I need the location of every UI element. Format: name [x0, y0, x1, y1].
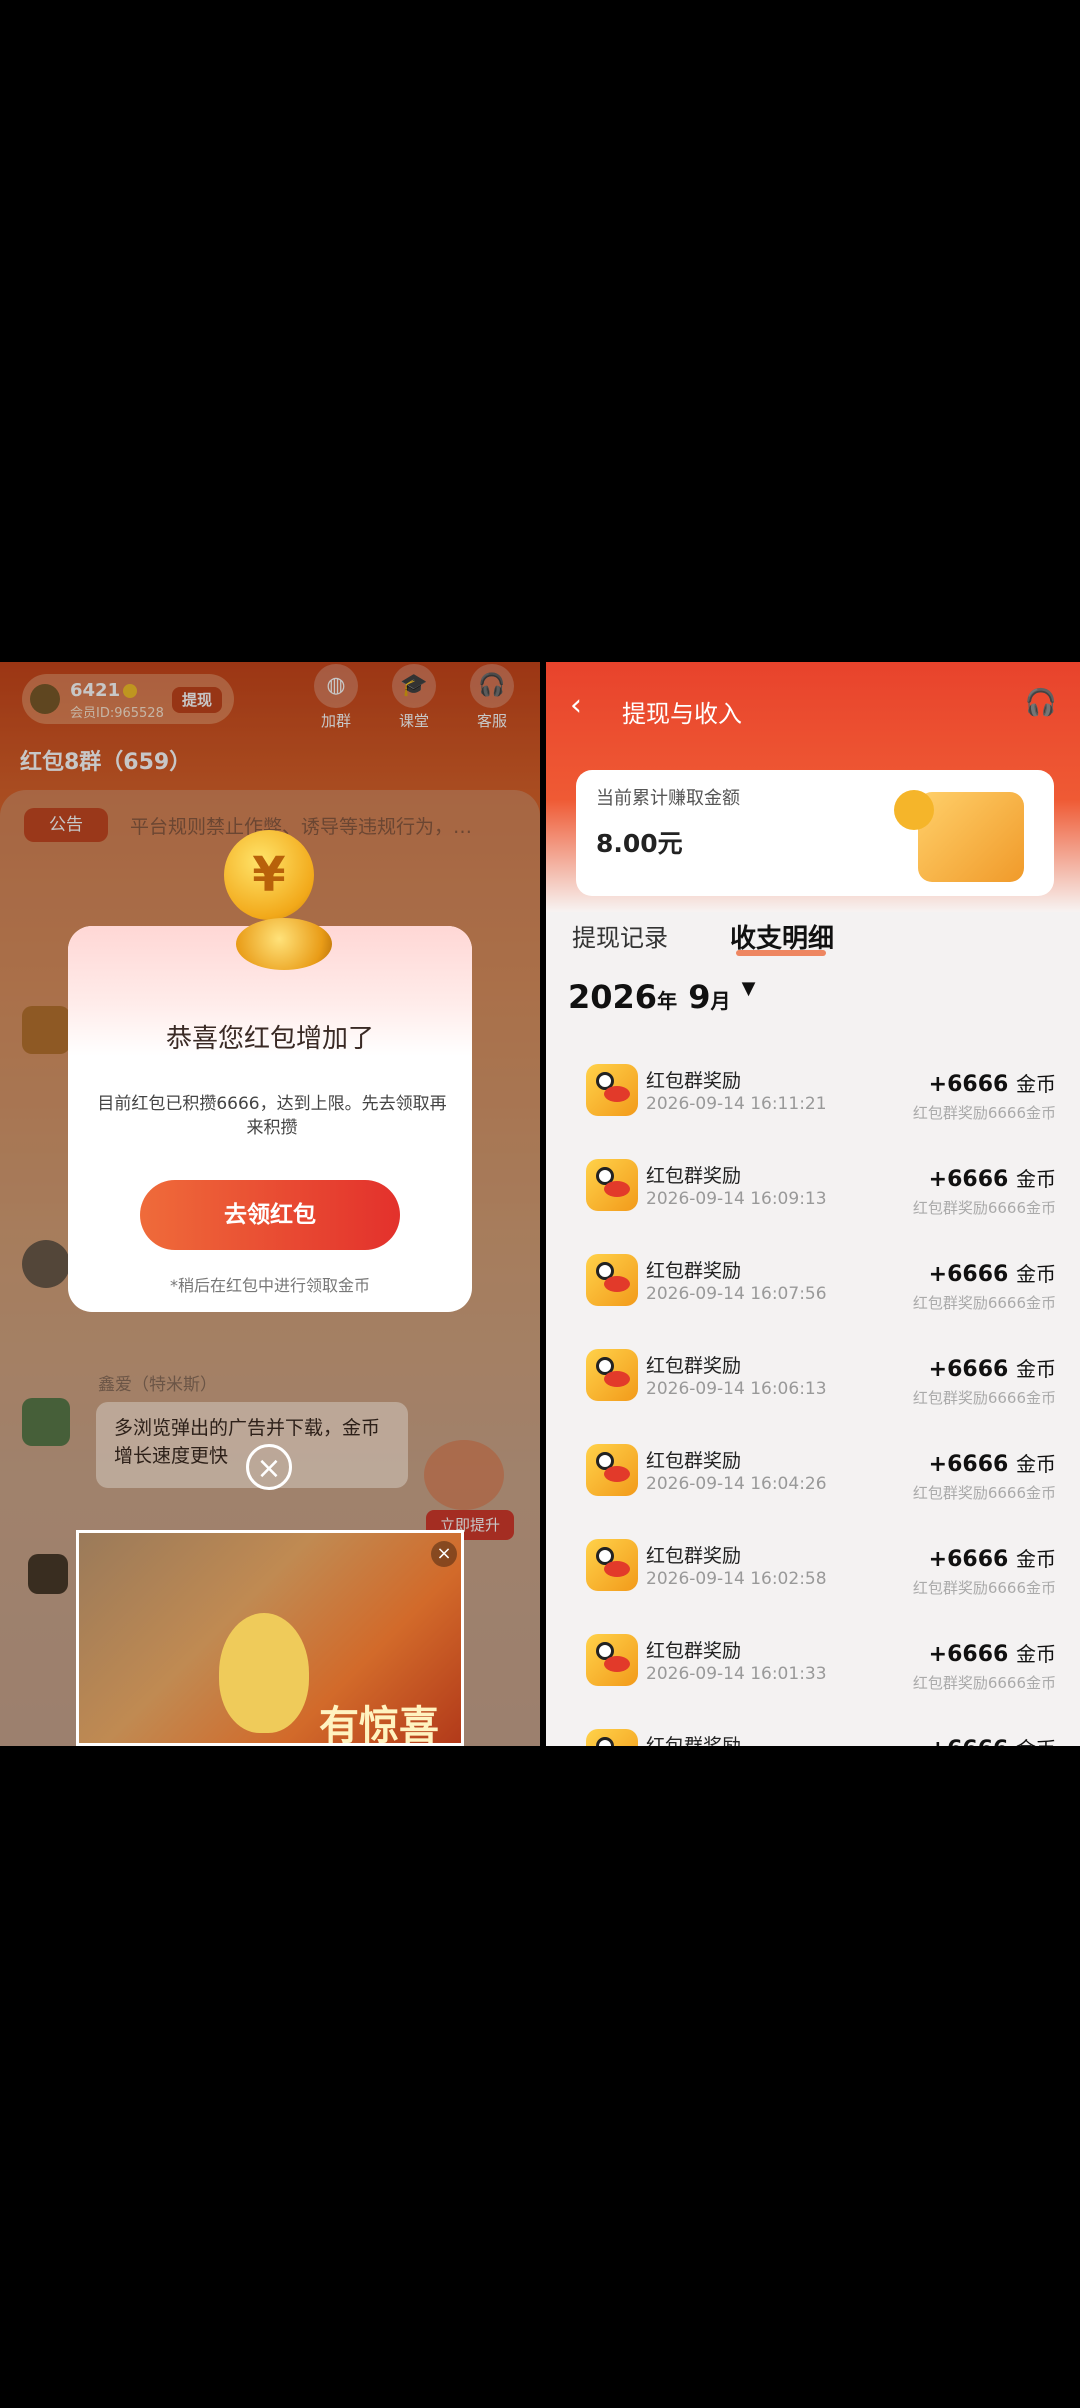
app-mascot-icon [586, 1254, 638, 1306]
list-item[interactable]: 红包群奖励 2026-09-14 16:09:13 +6666 金币红包群奖励666… [546, 1159, 1080, 1254]
list-item[interactable]: 红包群奖励 2026-09-14 16:02:58 +6666 金币红包群奖励666… [546, 1539, 1080, 1634]
list-item[interactable]: 红包群奖励 2026-09-14 16:11:21 +6666 金币红包群奖励666… [546, 1064, 1080, 1159]
page-title: 提现与收入 [622, 700, 742, 728]
earnings-label: 当前累计赚取金额 [596, 788, 740, 809]
record-amount: +6666 金币 [929, 1068, 1056, 1097]
app-mascot-icon [586, 1064, 638, 1116]
amount-unit: 金币 [1016, 1357, 1056, 1381]
record-time: 2026-09-14 16:06:13 [646, 1379, 827, 1399]
record-subtitle: 红包群奖励6666金币 [912, 1484, 1056, 1502]
amount-value: +6666 [928, 1642, 1009, 1667]
coin-stack-icon [236, 918, 332, 970]
record-subtitle: 红包群奖励6666金币 [912, 1674, 1056, 1692]
record-title: 红包群奖励 [646, 1545, 742, 1567]
record-title: 红包群奖励 [646, 1640, 742, 1662]
ad-headline: 有惊喜 [319, 1703, 439, 1746]
amount-value: +6666 [928, 1167, 1009, 1192]
list-item[interactable]: 红包群奖励 2026-09-14 16:07:56 +6666 金币红包群奖励666… [546, 1254, 1080, 1349]
record-time: 2026-09-14 16:07:56 [646, 1284, 827, 1304]
amount-unit: 金币 [1016, 1262, 1056, 1286]
tab-withdraw-records[interactable]: 提现记录 [572, 918, 668, 953]
record-amount: +6666 金币 [929, 1733, 1056, 1746]
amount-value: +6666 [928, 1072, 1009, 1097]
app-mascot-icon [586, 1444, 638, 1496]
caret-down-icon: ▼ [741, 978, 756, 999]
record-amount: +6666 金币 [929, 1638, 1056, 1667]
month-value: 9 [688, 978, 711, 1016]
list-item[interactable]: 红包群奖励 2026-09-14 16:06:13 +6666 金币红包群奖励666… [546, 1349, 1080, 1444]
amount-value: +6666 [929, 1737, 1009, 1746]
record-title: 红包群奖励 [646, 1355, 742, 1377]
record-subtitle: 红包群奖励6666金币 [912, 1389, 1056, 1407]
claim-red-packet-button[interactable]: 去领红包 [140, 1180, 400, 1250]
month-selector[interactable]: 2026年 9月 ▼ [568, 978, 755, 1016]
record-amount: +6666 金币 [929, 1543, 1056, 1572]
screenshot-composite: 6421 会员ID:965528 提现 ◍ 加群 🎓 课堂 🎧 客服 红包8群（… [0, 662, 1080, 1746]
modal-title: 恭喜您红包增加了 [165, 1024, 374, 1054]
amount-unit: 金币 [1016, 1642, 1056, 1666]
modal-description: 目前红包已积攒6666，达到上限。先去领取再来积攒 [97, 1094, 447, 1138]
coin-icon [894, 790, 934, 830]
ad-banner[interactable]: 有惊喜 × [76, 1530, 464, 1746]
record-time: 2026-09-14 16:04:26 [646, 1474, 827, 1494]
app-mascot-icon [586, 1539, 638, 1591]
record-time: 2026-09-14 16:02:58 [646, 1569, 827, 1589]
app-mascot-icon [586, 1729, 638, 1746]
list-item[interactable]: 红包群奖励 2026-09-14 16:01:33 +6666 金币红包群奖励666… [546, 1634, 1080, 1729]
list-item[interactable]: 红包群奖励 +6666 金币 [546, 1729, 1080, 1746]
app-mascot-icon [586, 1634, 638, 1686]
record-title: 红包群奖励 [646, 1450, 742, 1472]
earnings-card: 当前累计赚取金额 8.00元 [576, 770, 1054, 896]
amount-value: +6666 [928, 1357, 1009, 1382]
amount-unit: 金币 [1016, 1167, 1056, 1191]
red-packet-group-screen: 6421 会员ID:965528 提现 ◍ 加群 🎓 课堂 🎧 客服 红包8群（… [0, 662, 540, 1746]
record-time: 2026-09-14 16:11:21 [646, 1094, 827, 1114]
close-icon[interactable]: × [246, 1444, 292, 1490]
amount-unit: 金币 [1016, 1452, 1056, 1476]
ad-close-icon[interactable]: × [431, 1541, 457, 1567]
record-title: 红包群奖励 [646, 1260, 742, 1282]
list-item[interactable]: 红包群奖励 2026-09-14 16:04:26 +6666 金币红包群奖励666… [546, 1444, 1080, 1539]
amount-unit: 金币 [1016, 1072, 1056, 1096]
record-amount: +6666 金币 [929, 1258, 1056, 1287]
amount-value: +6666 [928, 1547, 1009, 1572]
record-amount: +6666 金币 [929, 1163, 1056, 1192]
headset-icon[interactable]: 🎧 [1022, 688, 1060, 724]
withdraw-income-screen: ‹ 提现与收入 🎧 当前累计赚取金额 8.00元 提现记录 收支明细 2026年… [546, 662, 1080, 1746]
amount-value: +6666 [928, 1452, 1009, 1477]
record-time: 2026-09-14 16:01:33 [646, 1664, 827, 1684]
yuan-coin-icon: ¥ [224, 830, 314, 920]
amount-unit: 金币 [1016, 1737, 1056, 1746]
record-subtitle: 红包群奖励6666金币 [912, 1199, 1056, 1217]
record-title: 红包群奖励 [646, 1070, 742, 1092]
record-amount: +6666 金币 [929, 1448, 1056, 1477]
amount-unit: 金币 [1016, 1547, 1056, 1571]
app-mascot-icon [586, 1349, 638, 1401]
amount-value: +6666 [928, 1262, 1009, 1287]
record-title: 红包群奖励 [646, 1735, 742, 1746]
year-unit: 年 [657, 989, 678, 1013]
year-value: 2026 [568, 978, 658, 1016]
earnings-amount: 8.00元 [596, 829, 683, 858]
record-title: 红包群奖励 [646, 1165, 742, 1187]
app-mascot-icon [586, 1159, 638, 1211]
record-subtitle: 红包群奖励6666金币 [912, 1579, 1056, 1597]
month-unit: 月 [710, 989, 731, 1013]
golden-egg-icon [219, 1613, 309, 1733]
back-arrow-icon[interactable]: ‹ [570, 688, 582, 723]
wallet-icon [918, 792, 1024, 882]
active-tab-indicator [736, 950, 826, 956]
record-subtitle: 红包群奖励6666金币 [912, 1104, 1056, 1122]
modal-footnote: *稍后在红包中进行领取金币 [169, 1276, 370, 1295]
reward-modal: ¥ 恭喜您红包增加了 目前红包已积攒6666，达到上限。先去领取再来积攒 去领红… [68, 830, 472, 1312]
record-subtitle: 红包群奖励6666金币 [912, 1294, 1056, 1312]
record-amount: +6666 金币 [929, 1353, 1056, 1382]
record-time: 2026-09-14 16:09:13 [646, 1189, 827, 1209]
